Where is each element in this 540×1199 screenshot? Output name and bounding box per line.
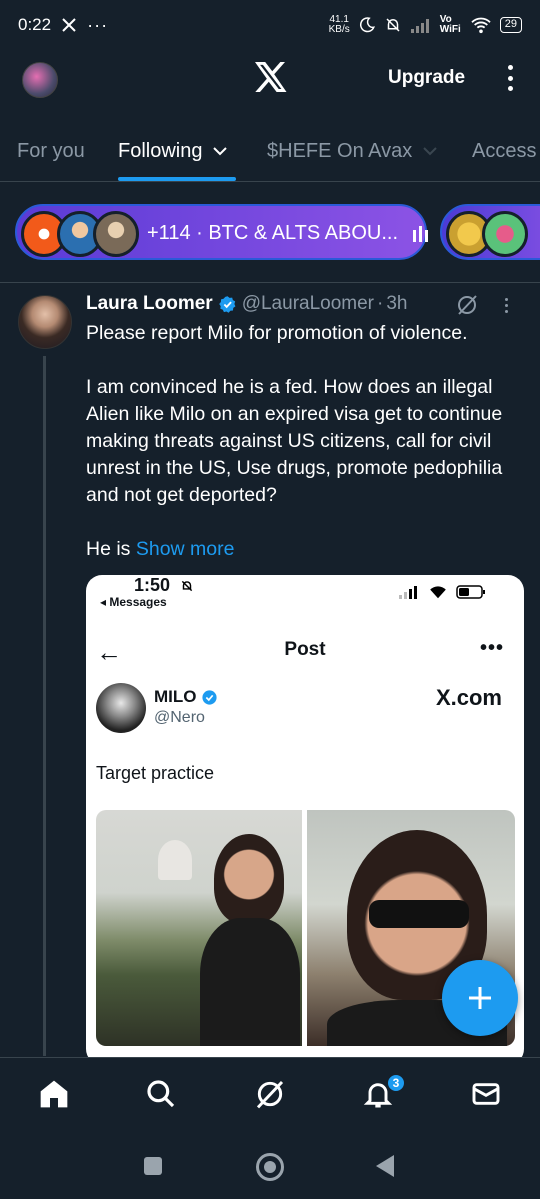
embed-wifi-icon xyxy=(430,586,446,599)
signal-icon xyxy=(410,19,429,33)
search-icon[interactable] xyxy=(145,1078,177,1110)
wifi-icon xyxy=(471,17,491,34)
home-button[interactable] xyxy=(256,1153,284,1181)
space-pill[interactable]: +114 · BTC & ALTS ABOU... xyxy=(15,204,428,260)
system-nav xyxy=(0,1137,540,1199)
tweet-paragraph: He is Show more xyxy=(86,538,235,560)
tab-following[interactable]: Following xyxy=(118,128,236,181)
verified-icon xyxy=(218,295,236,313)
embed-brand: X.com xyxy=(435,685,502,710)
timeline-tabs: For you Following $HEFE On Avax Access xyxy=(0,128,540,182)
x-notification-icon xyxy=(62,18,76,32)
profile-avatar[interactable] xyxy=(22,62,58,98)
space-speaker-avatar xyxy=(93,211,139,257)
recents-button[interactable] xyxy=(144,1157,162,1175)
embed-status-time: 1:50 xyxy=(134,575,171,595)
embed-title: Post xyxy=(284,639,326,660)
battery-indicator: 29 xyxy=(499,17,522,33)
chevron-down-icon xyxy=(213,147,227,156)
tweet-more-icon[interactable] xyxy=(505,298,508,313)
notification-count-badge: 3 xyxy=(386,1073,406,1093)
top-header: Upgrade xyxy=(0,55,540,105)
compose-button[interactable] xyxy=(442,960,518,1036)
thread-line xyxy=(43,356,46,1056)
home-icon[interactable] xyxy=(38,1078,70,1110)
tab-active-indicator xyxy=(118,177,236,181)
more-vert-icon[interactable] xyxy=(500,63,520,93)
embed-photo-left xyxy=(96,810,302,1046)
grok-icon[interactable] xyxy=(455,293,479,317)
vowifi-label: Vo WiFi xyxy=(439,14,461,35)
tweet-author-handle[interactable]: @LauraLoomer xyxy=(242,293,374,315)
tweet-timestamp[interactable]: 3h xyxy=(386,293,407,315)
tweet-author-avatar[interactable] xyxy=(18,295,72,349)
space-speaker-avatar xyxy=(482,211,528,257)
tweet-line: Please report Milo for promotion of viol… xyxy=(86,322,468,344)
mail-icon[interactable] xyxy=(470,1078,502,1110)
bottom-nav xyxy=(0,1057,540,1137)
mute-bell-icon xyxy=(386,18,400,32)
embed-back-to-messages: ◂ Messages xyxy=(100,595,167,609)
chevron-down-icon xyxy=(423,147,437,156)
grok-icon[interactable] xyxy=(254,1078,286,1110)
audio-bars-icon xyxy=(413,226,428,242)
embed-handle: @Nero xyxy=(154,709,205,726)
verified-icon xyxy=(201,689,217,705)
embed-text: Target practice xyxy=(96,763,215,783)
space-pill[interactable] xyxy=(440,204,540,260)
tweet-author-name[interactable]: Laura Loomer xyxy=(86,293,213,315)
embed-avatar xyxy=(96,683,146,733)
tweet-text: Please report Milo for promotion of viol… xyxy=(86,320,526,563)
embed-status-icons xyxy=(398,585,486,599)
tweet-paragraph: I am convinced he is a fed. How does an … xyxy=(86,376,503,506)
tab-hefe-on-avax[interactable]: $HEFE On Avax xyxy=(267,128,438,163)
upgrade-button[interactable]: Upgrade xyxy=(388,67,465,89)
divider xyxy=(0,282,540,283)
embed-name: MILO xyxy=(154,687,218,707)
tweet-separator: · xyxy=(377,293,384,314)
embed-signal-icon xyxy=(399,586,417,599)
plus-icon xyxy=(469,987,491,1009)
tab-for-you[interactable]: For you xyxy=(17,128,85,163)
show-more-link[interactable]: Show more xyxy=(136,538,235,560)
network-speed: 41.1 KB/s xyxy=(328,14,350,35)
tab-access[interactable]: Access xyxy=(472,128,536,163)
embed-battery-icon xyxy=(456,585,485,599)
embed-more-icon: ••• xyxy=(479,637,504,659)
moon-icon xyxy=(359,17,375,33)
spaces-row: +114 · BTC & ALTS ABOU... xyxy=(0,204,540,262)
status-bar: 0:22 ··· 41.1 KB/s Vo WiFi 29 xyxy=(0,0,540,50)
x-logo-icon xyxy=(255,62,287,92)
space-title: +114 · BTC & ALTS ABOU... xyxy=(147,222,399,244)
back-button[interactable] xyxy=(376,1155,394,1177)
more-notifications-icon: ··· xyxy=(87,14,109,35)
tweet-header: Laura Loomer @LauraLoomer · 3h xyxy=(86,293,407,315)
status-time: 0:22 xyxy=(18,15,52,34)
embed-mute-icon xyxy=(181,580,193,592)
